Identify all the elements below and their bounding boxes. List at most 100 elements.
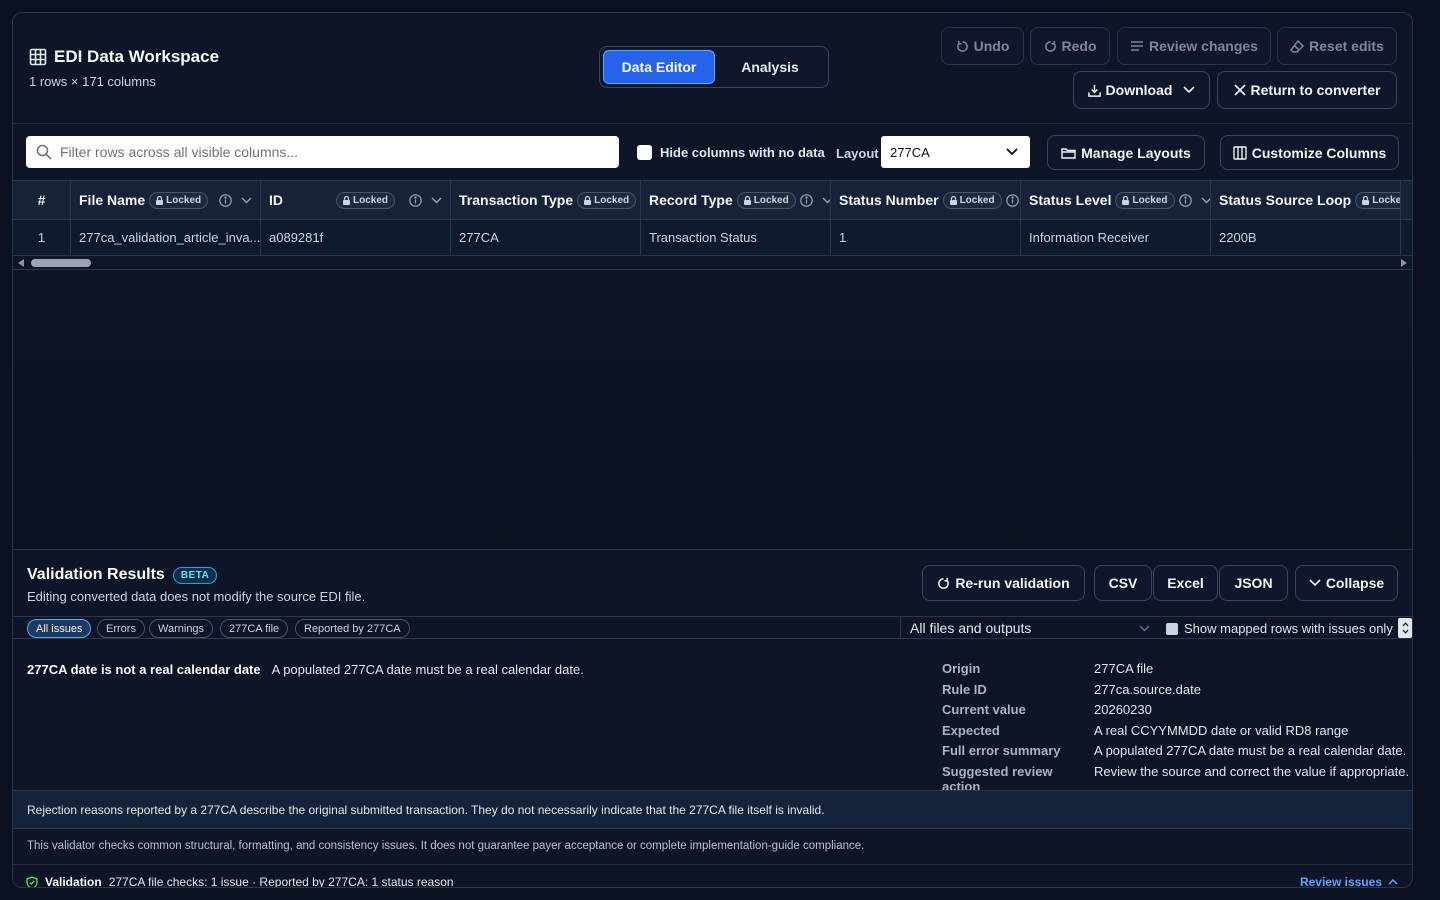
detail-value: 277CA file	[1094, 661, 1154, 676]
detail-origin: Origin 277CA file	[942, 661, 1409, 682]
filter-277ca-file[interactable]: 277CA file	[220, 619, 289, 638]
scroll-right-icon[interactable]	[1401, 259, 1407, 267]
filter-warnings[interactable]: Warnings	[149, 619, 214, 638]
table-row[interactable]: 1 277ca_validation_article_inva... a0892…	[13, 220, 1412, 256]
detail-suggested-action: Suggested review action Review the source…	[942, 763, 1409, 794]
collapse-button[interactable]: Collapse	[1295, 565, 1398, 601]
detail-key: Rule ID	[942, 681, 987, 697]
column-header-id[interactable]: ID Locked	[261, 181, 451, 219]
cell-transaction-type[interactable]: 277CA	[451, 220, 641, 255]
info-icon[interactable]	[409, 193, 422, 207]
lock-icon	[743, 195, 751, 205]
review-issues-link[interactable]: Review issues	[1300, 875, 1398, 887]
mapped-only-label: Show mapped rows with issues only	[1184, 621, 1393, 636]
horizontal-scrollbar[interactable]	[13, 256, 1412, 270]
workspace-header: EDI Data Workspace 1 rows × 171 columns …	[13, 13, 1412, 123]
locked-badge: Locked	[942, 191, 1002, 209]
locked-label: Locked	[753, 194, 789, 206]
reset-edits-button[interactable]: Reset edits	[1277, 27, 1397, 65]
export-json-button[interactable]: JSON	[1219, 565, 1288, 601]
chevron-up-icon[interactable]	[1402, 622, 1409, 627]
tab-analysis[interactable]: Analysis	[715, 50, 825, 84]
scope-select[interactable]: All files and outputs	[900, 617, 1160, 639]
eraser-icon	[1290, 39, 1305, 53]
locked-label: Locked	[1372, 194, 1401, 206]
column-header-label: Transaction Type	[459, 192, 574, 208]
redo-button[interactable]: Redo	[1030, 27, 1110, 65]
detail-value: A real CCYYMMDD date or valid RD8 range	[1094, 722, 1349, 738]
cell-file-name[interactable]: 277ca_validation_article_inva...	[71, 220, 261, 255]
lock-icon	[1362, 195, 1370, 205]
export-csv-button[interactable]: CSV	[1094, 565, 1152, 601]
detail-key: Full error summary	[942, 743, 1061, 759]
filter-input[interactable]	[60, 144, 600, 160]
filter-field[interactable]	[26, 136, 619, 168]
chevron-down-icon[interactable]	[1201, 197, 1212, 204]
mapped-only-checkbox[interactable]	[1166, 622, 1178, 635]
locked-label: Locked	[352, 194, 388, 206]
info-icon[interactable]	[219, 193, 232, 207]
validation-title-text: Validation Results	[27, 566, 165, 583]
column-header-record-type[interactable]: Record Type Locked	[641, 181, 831, 219]
column-header-status-number[interactable]: Status Number Locked	[831, 181, 1021, 219]
shield-check-icon	[26, 875, 38, 887]
spinner-control[interactable]	[1398, 618, 1412, 638]
columns-icon	[1233, 145, 1247, 160]
cell-record-type[interactable]: Transaction Status	[641, 220, 831, 255]
cell-status-number[interactable]: 1	[831, 220, 1021, 255]
chevron-down-icon[interactable]	[1402, 629, 1409, 634]
tab-data-editor[interactable]: Data Editor	[603, 50, 715, 84]
locked-label: Locked	[1132, 194, 1168, 206]
issue-filter-bar: All issues Errors Warnings 277CA file Re…	[13, 616, 1412, 639]
redo-icon	[1044, 40, 1056, 52]
return-to-converter-button[interactable]: Return to converter	[1217, 71, 1397, 109]
column-header-status-level[interactable]: Status Level Locked	[1021, 181, 1211, 219]
filter-reported-by-277ca[interactable]: Reported by 277CA	[295, 619, 410, 638]
column-header-label: File Name	[79, 192, 146, 208]
cell-status-level[interactable]: Information Receiver	[1021, 220, 1211, 255]
column-header-label: Status Source Loop	[1219, 192, 1352, 208]
validation-title: Validation Results BETA	[27, 566, 218, 584]
column-header-label: Status Number	[839, 192, 939, 208]
grid-toolbar: Hide columns with no data Layout 277CA M…	[13, 123, 1412, 180]
undo-button[interactable]: Undo	[941, 27, 1024, 65]
customize-columns-label: Customize Columns	[1251, 144, 1387, 161]
chevron-down-icon[interactable]	[241, 197, 252, 204]
rerun-validation-button[interactable]: Re-run validation	[922, 565, 1085, 601]
column-header-file-name[interactable]: File Name Locked	[71, 181, 261, 219]
chevron-down-icon[interactable]	[431, 197, 442, 204]
validation-footer-label: Validation	[45, 875, 102, 888]
detail-value: A populated 277CA date must be a real ca…	[1094, 743, 1407, 759]
detail-key: Current value	[942, 702, 1026, 718]
export-excel-button[interactable]: Excel	[1153, 565, 1218, 601]
hide-empty-label: Hide columns with no data	[660, 145, 825, 160]
review-changes-button[interactable]: Review changes	[1117, 27, 1271, 65]
filter-all-issues[interactable]: All issues	[27, 619, 92, 638]
detail-full-summary: Full error summary A populated 277CA date…	[942, 743, 1409, 764]
lock-icon	[949, 195, 957, 205]
info-icon[interactable]	[1005, 193, 1019, 207]
scroll-left-icon[interactable]	[18, 259, 24, 267]
chevron-down-icon[interactable]	[822, 197, 831, 204]
scope-disclaimer: This validator checks common structural,…	[27, 840, 865, 852]
return-label: Return to converter	[1250, 82, 1381, 98]
list-icon	[1131, 41, 1144, 51]
layout-select[interactable]: 277CA	[881, 136, 1030, 168]
manage-layouts-button[interactable]: Manage Layouts	[1047, 135, 1205, 170]
customize-columns-button[interactable]: Customize Columns	[1220, 135, 1399, 170]
download-button[interactable]: Download	[1073, 71, 1210, 109]
info-icon[interactable]	[799, 193, 813, 207]
detail-key: Suggested review action	[942, 763, 1053, 794]
column-header-status-source-loop[interactable]: Status Source Loop Locked	[1211, 181, 1401, 219]
detail-key: Expected	[942, 722, 1000, 738]
validation-footer: Validation 277CA file checks: 1 issue · …	[13, 864, 1412, 888]
info-icon[interactable]	[1178, 193, 1192, 207]
column-header-transaction-type[interactable]: Transaction Type Locked	[451, 181, 641, 219]
hide-empty-checkbox[interactable]	[637, 145, 652, 160]
scrollbar-thumb[interactable]	[31, 259, 91, 267]
mapped-only-toggle[interactable]: Show mapped rows with issues only	[1166, 621, 1393, 636]
cell-id[interactable]: a089281f	[261, 220, 451, 255]
issue-item[interactable]: 277CA date is not a real calendar date A…	[27, 662, 584, 677]
cell-status-source-loop[interactable]: 2200B	[1211, 220, 1401, 255]
filter-errors[interactable]: Errors	[97, 619, 145, 638]
